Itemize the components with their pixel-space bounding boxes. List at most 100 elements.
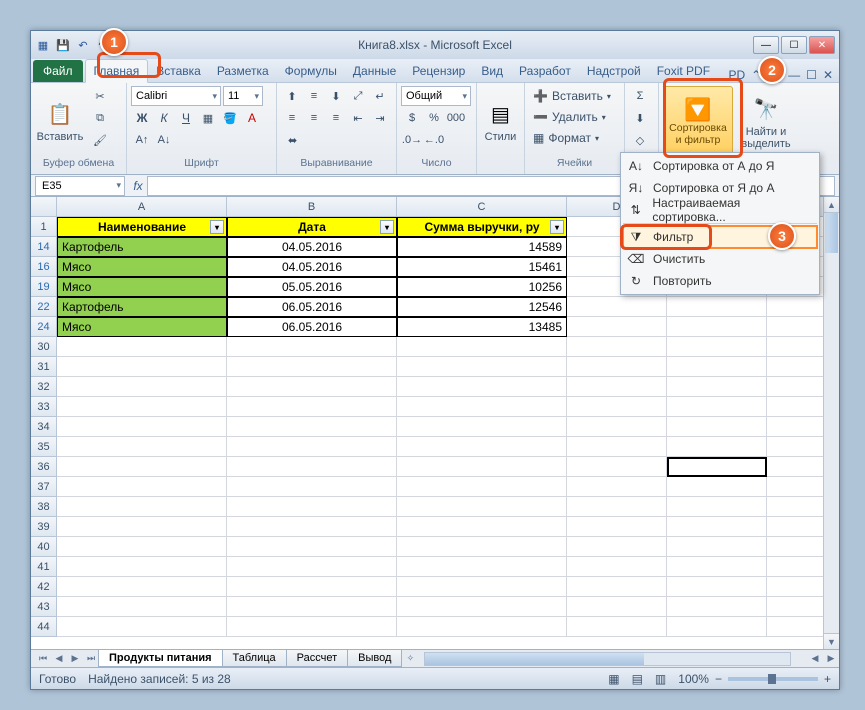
sheet-tab[interactable]: Вывод [347,650,402,667]
align-top-icon[interactable]: ⬆ [281,86,303,106]
tab-addins[interactable]: Надстрой [579,60,649,82]
cells-format-button[interactable]: ▦Формат▾ [529,128,603,148]
next-sheet-icon[interactable]: ▶ [67,651,83,667]
new-sheet-icon[interactable]: ✧ [402,651,418,667]
scroll-thumb[interactable] [425,653,644,665]
row-header[interactable]: 35 [31,437,57,457]
scroll-thumb[interactable] [825,213,838,253]
shrink-font-icon[interactable]: A↓ [153,130,175,150]
fx-button[interactable]: fx [129,179,147,193]
menu-custom-sort[interactable]: ⇅Настраиваемая сортировка... [623,199,817,221]
bold-icon[interactable]: Ж [131,108,153,128]
tab-formulas[interactable]: Формулы [277,60,345,82]
grow-font-icon[interactable]: A↑ [131,130,153,150]
menu-clear[interactable]: ⌫Очистить [623,248,817,270]
border-icon[interactable]: ▦ [197,108,219,128]
row-header[interactable]: 37 [31,477,57,497]
tab-review[interactable]: Рецензир [404,60,473,82]
cell-date[interactable]: 05.05.2016 [227,277,397,297]
wrap-text-icon[interactable]: ↵ [369,86,391,106]
prev-sheet-icon[interactable]: ◀ [51,651,67,667]
cell-sum[interactable]: 12546 [397,297,567,317]
view-page-layout-icon[interactable]: ▤ [632,672,643,686]
table-header-date[interactable]: Дата▾ [227,217,397,237]
align-left-icon[interactable]: ≡ [281,108,303,128]
row-header[interactable]: 43 [31,597,57,617]
cell-sum[interactable]: 14589 [397,237,567,257]
merge-center-icon[interactable]: ⬌ [281,130,304,150]
row-header[interactable]: 22 [31,297,57,317]
cell-sum[interactable]: 15461 [397,257,567,277]
tab-extra[interactable]: PD [728,68,745,82]
maximize-button[interactable]: ☐ [781,36,807,54]
scroll-right-icon[interactable]: ▶ [823,651,839,667]
filter-dropdown-icon[interactable]: ▾ [550,220,564,234]
row-header[interactable]: 34 [31,417,57,437]
row-header[interactable]: 38 [31,497,57,517]
autosum-icon[interactable]: Σ [629,86,651,106]
clear-icon[interactable]: ◇ [629,130,651,150]
copy-icon[interactable]: ⧉ [89,108,111,128]
row-header[interactable]: 30 [31,337,57,357]
save-icon[interactable]: 💾 [55,37,71,53]
number-format-combo[interactable]: Общий [401,86,471,106]
last-sheet-icon[interactable]: ⏭ [83,651,99,667]
scroll-left-icon[interactable]: ◀ [807,651,823,667]
cells-delete-button[interactable]: ➖Удалить▾ [529,107,610,127]
cell-date[interactable]: 04.05.2016 [227,237,397,257]
minimize-button[interactable]: — [753,36,779,54]
row-header[interactable]: 14 [31,237,57,257]
ribbon-window-max-icon[interactable]: ☐ [806,68,817,82]
sort-filter-button[interactable]: 🔽 Сортировка и фильтр [663,86,733,158]
tab-home[interactable]: Главная [85,59,149,83]
table-header-name[interactable]: Наименование▾ [57,217,227,237]
row-header[interactable]: 16 [31,257,57,277]
file-tab[interactable]: Файл [33,60,83,82]
row-header[interactable]: 19 [31,277,57,297]
undo-icon[interactable]: ↶ [75,37,91,53]
row-header[interactable]: 36 [31,457,57,477]
paste-button[interactable]: 📋 Вставить [35,86,85,156]
cells-insert-button[interactable]: ➕Вставить▾ [529,86,615,106]
find-select-button[interactable]: 🔭 Найти и выделить [739,87,793,157]
menu-sort-az[interactable]: A↓Сортировка от А до Я [623,155,817,177]
percent-icon[interactable]: % [423,108,445,128]
italic-icon[interactable]: К [153,108,175,128]
cell-sum[interactable]: 10256 [397,277,567,297]
name-box[interactable]: E35 [35,176,125,196]
filter-dropdown-icon[interactable]: ▾ [380,220,394,234]
row-header[interactable]: 41 [31,557,57,577]
font-name-combo[interactable]: Calibri [131,86,221,106]
cell-name[interactable]: Картофель [57,297,227,317]
align-bottom-icon[interactable]: ⬇ [325,86,347,106]
orientation-icon[interactable]: ⤢ [347,86,369,106]
row-header[interactable]: 24 [31,317,57,337]
first-sheet-icon[interactable]: ⏮ [35,651,51,667]
sheet-tab[interactable]: Продукты питания [98,650,223,667]
increase-decimal-icon[interactable]: .0→ [401,130,423,150]
tab-data[interactable]: Данные [345,60,404,82]
col-header-b[interactable]: B [227,197,397,217]
decrease-decimal-icon[interactable]: ←.0 [423,130,445,150]
styles-button[interactable]: ▤ Стили [481,86,520,156]
view-normal-icon[interactable]: ▦ [608,672,619,686]
table-header-sum[interactable]: Сумма выручки, ру▾ [397,217,567,237]
tab-view[interactable]: Вид [473,60,511,82]
col-header-a[interactable]: A [57,197,227,217]
vertical-scrollbar[interactable]: ▲ ▼ [823,197,839,649]
horizontal-scrollbar[interactable] [424,652,791,666]
zoom-slider[interactable] [728,677,818,681]
cell-name[interactable]: Мясо [57,277,227,297]
row-header[interactable]: 33 [31,397,57,417]
ribbon-window-close-icon[interactable]: ✕ [823,68,833,82]
row-header[interactable]: 42 [31,577,57,597]
scroll-up-icon[interactable]: ▲ [824,197,839,213]
view-page-break-icon[interactable]: ▥ [655,672,666,686]
cell-date[interactable]: 06.05.2016 [227,297,397,317]
scroll-down-icon[interactable]: ▼ [824,633,839,649]
row-header[interactable]: 31 [31,357,57,377]
ribbon-window-min-icon[interactable]: — [788,68,800,82]
tab-developer[interactable]: Разработ [511,60,579,82]
zoom-out-icon[interactable]: − [715,672,722,686]
font-size-combo[interactable]: 11 [223,86,263,106]
